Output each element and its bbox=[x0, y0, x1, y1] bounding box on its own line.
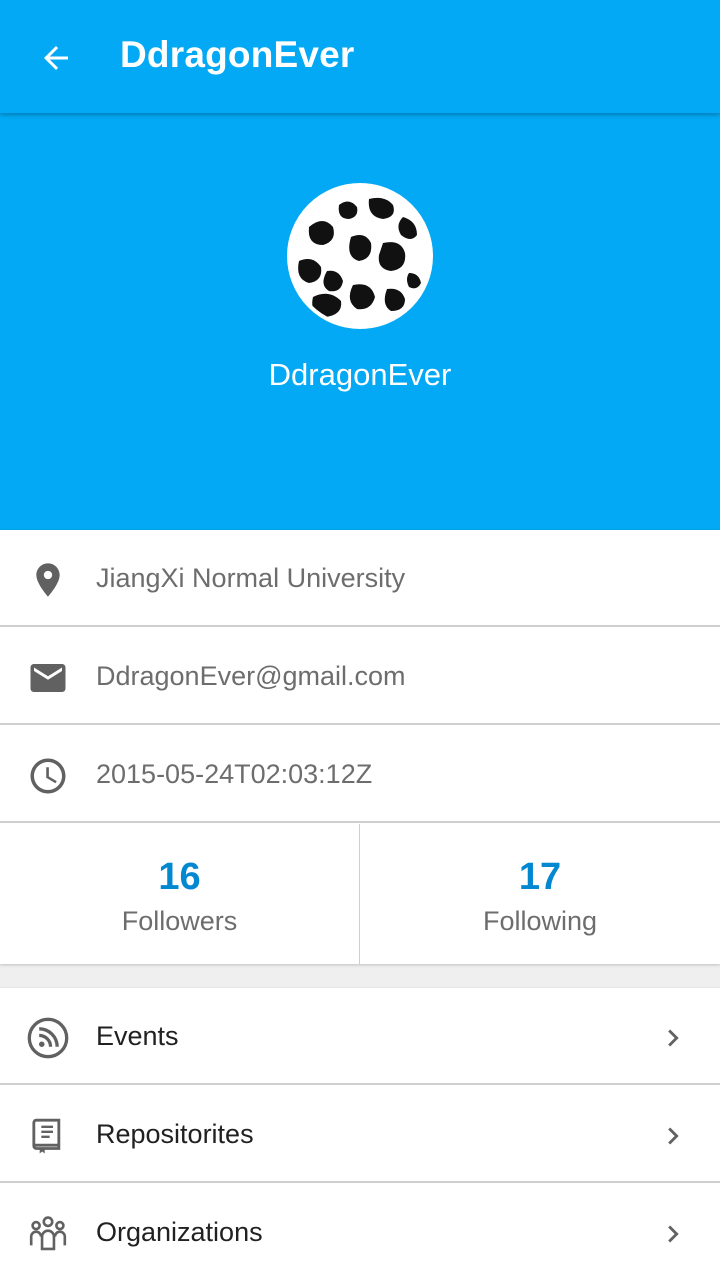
chevron-right-icon bbox=[656, 1116, 690, 1156]
avatar[interactable] bbox=[287, 183, 433, 329]
page-title: DdragonEver bbox=[120, 34, 355, 75]
email-icon bbox=[26, 656, 70, 700]
chevron-right-icon bbox=[656, 1214, 690, 1254]
email-text[interactable]: DdragonEver@gmail.com bbox=[96, 661, 406, 692]
created-at-text: 2015-05-24T02:03:12Z bbox=[96, 759, 373, 789]
menu-item-label: Repositorites bbox=[96, 1119, 254, 1149]
followers-count: 16 bbox=[158, 856, 201, 898]
location-pin-icon bbox=[26, 558, 70, 602]
location-row: JiangXi Normal University bbox=[0, 530, 720, 627]
followers-label: Followers bbox=[121, 906, 238, 936]
stats-row: 16 Followers 17 Following bbox=[0, 824, 720, 964]
clock-icon bbox=[26, 754, 70, 798]
menu-item-label: Organizations bbox=[96, 1217, 263, 1247]
app-bar: DdragonEver bbox=[0, 0, 720, 113]
rss-icon bbox=[26, 1016, 70, 1060]
menu-item-label: Events bbox=[96, 1021, 179, 1051]
followers-stat[interactable]: 16 Followers bbox=[0, 824, 360, 964]
arrow-left-icon bbox=[44, 46, 68, 70]
cow-pattern-image bbox=[291, 187, 429, 325]
group-icon bbox=[26, 1212, 70, 1256]
created-row: 2015-05-24T02:03:12Z bbox=[0, 726, 720, 823]
email-row[interactable]: DdragonEver@gmail.com bbox=[0, 628, 720, 725]
location-text: JiangXi Normal University bbox=[96, 563, 406, 593]
chevron-right-icon bbox=[656, 1018, 690, 1058]
following-label: Following bbox=[482, 906, 598, 936]
profile-info-card: JiangXi Normal University DdragonEver@gm… bbox=[0, 530, 720, 964]
menu-card: Events Repositorites Organizations bbox=[0, 988, 720, 1280]
following-stat[interactable]: 17 Following bbox=[360, 824, 720, 964]
menu-item-repositories[interactable]: Repositorites bbox=[0, 1086, 720, 1183]
book-icon bbox=[26, 1114, 70, 1158]
menu-item-events[interactable]: Events bbox=[0, 988, 720, 1085]
profile-name: DdragonEver bbox=[268, 357, 452, 392]
profile-header: DdragonEver bbox=[0, 113, 720, 530]
following-count: 17 bbox=[518, 856, 562, 898]
back-button[interactable] bbox=[32, 36, 80, 80]
menu-item-organizations[interactable]: Organizations bbox=[0, 1184, 720, 1280]
